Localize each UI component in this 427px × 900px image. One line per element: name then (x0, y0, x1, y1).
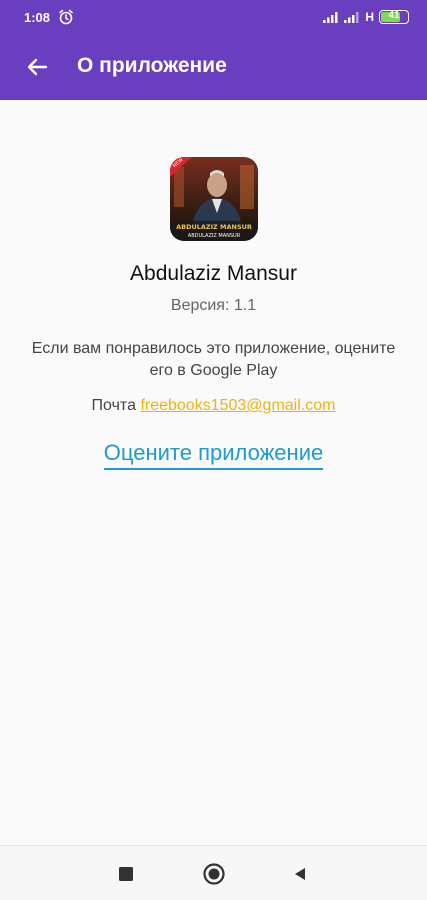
rate-app-button-label: Оцените приложение (103, 440, 324, 470)
status-bar: 1:08 H 41 (0, 0, 427, 34)
top-bar: 1:08 H 41 О приложение (0, 0, 427, 100)
mail-row: Почта freebooks1503@gmail.com (0, 397, 427, 415)
recent-apps-button[interactable] (112, 860, 140, 888)
logo-caption-line2: ABDULAZIZ MANSUR (188, 233, 241, 239)
app-version: Версия: 1.1 (170, 297, 257, 314)
back-button[interactable] (22, 52, 52, 82)
home-button[interactable] (200, 860, 228, 888)
app-name: Abdulaziz Mansur (130, 262, 297, 285)
status-time: 1:08 (24, 10, 51, 25)
battery-level: 41 (388, 10, 400, 21)
mail-link[interactable]: freebooks1503@gmail.com (140, 397, 335, 414)
status-right: H 41 (323, 9, 409, 25)
nav-back-button[interactable] (286, 860, 314, 888)
signal-icon (323, 12, 338, 23)
rate-app-button[interactable]: Оцените приложение (0, 440, 427, 470)
mail-label: Почта (91, 397, 136, 414)
about-content: NEW ABDULAZIZ MANSUR ABDULAZIZ MANSUR Ab… (0, 100, 427, 845)
home-icon (203, 863, 225, 885)
page-title: О приложение (77, 54, 227, 77)
logo-caption-line1: ABDULAZIZ MANSUR (176, 223, 252, 231)
alarm-icon (59, 9, 73, 25)
recent-apps-icon (119, 867, 133, 881)
network-type: H (365, 10, 374, 24)
app-bar: О приложение (0, 34, 427, 100)
rate-message: Если вам понравилось это приложение, оце… (31, 340, 396, 379)
app-logo: NEW ABDULAZIZ MANSUR ABDULAZIZ MANSUR (170, 157, 258, 241)
signal-icon (344, 12, 359, 23)
battery-icon: 41 (379, 10, 409, 24)
navigation-bar (0, 845, 427, 900)
back-triangle-icon (295, 868, 305, 880)
arrow-left-icon (27, 58, 48, 76)
